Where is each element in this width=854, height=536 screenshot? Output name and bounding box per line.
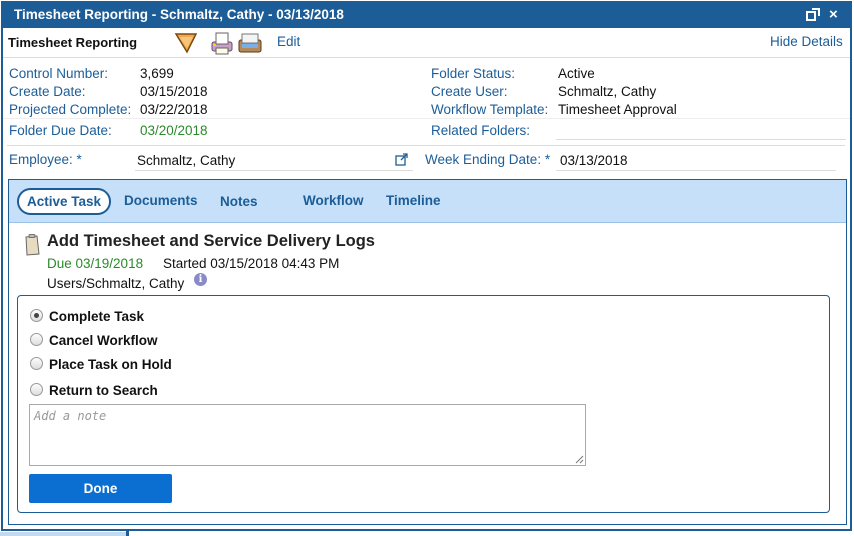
employee-field[interactable]: Schmaltz, Cathy <box>137 153 235 168</box>
action-form: Complete Task Cancel Workflow Place Task… <box>17 295 830 513</box>
info-icon[interactable]: i <box>194 273 207 286</box>
option-label: Place Task on Hold <box>49 357 172 372</box>
create-user-value: Schmaltz, Cathy <box>558 84 657 99</box>
note-input[interactable] <box>29 404 586 466</box>
folder-due-date-value: 03/20/2018 <box>140 123 208 138</box>
control-number-value: 3,699 <box>140 66 174 81</box>
task-due-date: Due 03/19/2018 <box>47 256 144 271</box>
resize-grip-icon[interactable] <box>575 455 584 464</box>
tab-workflow[interactable]: Workflow <box>303 193 364 208</box>
open-external-icon[interactable] <box>395 153 408 166</box>
create-date-label: Create Date: <box>9 84 86 99</box>
employee-label: Employee: * <box>9 152 82 167</box>
folder-status-value: Active <box>558 66 595 81</box>
row-divider <box>3 118 850 119</box>
tab-notes[interactable]: Notes <box>220 194 258 209</box>
related-folders-label: Related Folders: <box>431 123 531 138</box>
hide-details-link[interactable]: Hide Details <box>770 34 843 49</box>
radio-button[interactable] <box>30 333 43 346</box>
option-label: Complete Task <box>49 309 145 324</box>
task-title: Add Timesheet and Service Delivery Logs <box>47 232 375 250</box>
app-label: Timesheet Reporting <box>8 35 138 50</box>
radio-button[interactable] <box>30 309 43 322</box>
clipboard-icon <box>25 234 40 256</box>
task-started: Started 03/15/2018 04:43 PM <box>163 256 340 271</box>
task-panel: Active Task Documents Notes Workflow Tim… <box>8 179 847 525</box>
create-user-label: Create User: <box>431 84 508 99</box>
employee-underline <box>135 170 413 171</box>
projected-complete-value: 03/22/2018 <box>140 102 208 117</box>
option-label: Return to Search <box>49 383 158 398</box>
week-ending-underline <box>556 170 836 171</box>
background-strip <box>0 532 128 536</box>
projected-complete-label: Projected Complete: <box>9 102 132 117</box>
tab-active-task[interactable]: Active Task <box>17 188 112 215</box>
folder-due-date-label: Folder Due Date: <box>9 123 112 138</box>
week-ending-field[interactable]: 03/13/2018 <box>560 153 628 168</box>
close-icon[interactable]: × <box>829 7 843 22</box>
tab-documents[interactable]: Documents <box>124 193 198 208</box>
create-date-value: 03/15/2018 <box>140 84 208 99</box>
window-titlebar: Timesheet Reporting - Schmaltz, Cathy - … <box>3 1 850 28</box>
task-assignee: Users/Schmaltz, Cathy <box>47 276 185 291</box>
background-divider <box>126 530 129 536</box>
related-folders-underline <box>556 139 846 140</box>
radio-button[interactable] <box>30 383 43 396</box>
restore-icon[interactable] <box>806 8 820 21</box>
option-label: Cancel Workflow <box>49 333 158 348</box>
scan-icon[interactable] <box>237 30 263 56</box>
week-ending-label: Week Ending Date: * <box>425 152 551 167</box>
workflow-template-label: Workflow Template: <box>431 102 549 117</box>
workflow-template-value: Timesheet Approval <box>558 102 677 117</box>
done-button[interactable]: Done <box>29 474 172 503</box>
print-icon[interactable] <box>209 30 235 56</box>
task-window: Timesheet Reporting - Schmaltz, Cathy - … <box>1 1 852 531</box>
window-title: Timesheet Reporting - Schmaltz, Cathy - … <box>14 7 344 22</box>
filter-icon[interactable] <box>173 30 199 56</box>
control-number-label: Control Number: <box>9 66 109 81</box>
folder-status-label: Folder Status: <box>431 66 516 81</box>
toolbar: Timesheet Reporting Edit Hide Details <box>3 28 850 58</box>
edit-link[interactable]: Edit <box>277 34 300 49</box>
tab-bar: Active Task Documents Notes Workflow Tim… <box>9 180 846 223</box>
radio-button[interactable] <box>30 357 43 370</box>
tab-timeline[interactable]: Timeline <box>386 193 441 208</box>
section-divider <box>7 145 845 146</box>
